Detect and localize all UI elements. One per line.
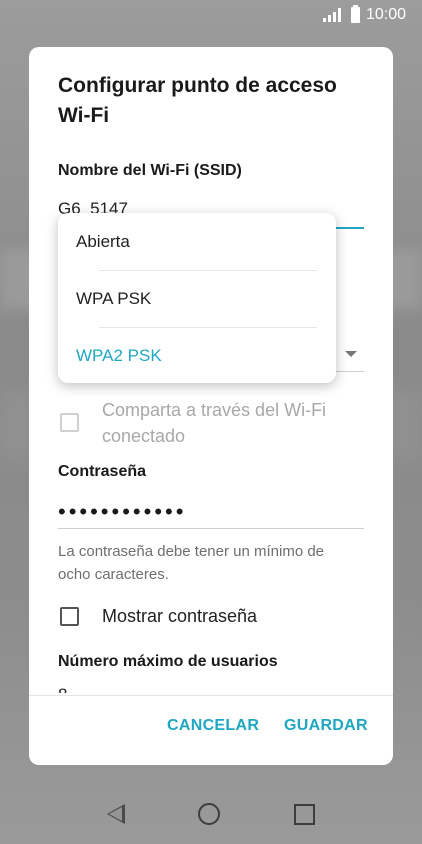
back-icon[interactable]	[106, 804, 125, 824]
signal-icon	[322, 8, 341, 22]
ssid-label: Nombre del Wi-Fi (SSID)	[58, 162, 242, 179]
status-time: 10:00	[365, 6, 406, 23]
show-password-checkbox[interactable]	[60, 607, 79, 626]
hotspot-config-dialog: Configurar punto de acceso Wi-Fi Nombre …	[29, 47, 393, 765]
password-underline	[58, 528, 364, 529]
security-option-wpa2-psk[interactable]: WPA2 PSK	[76, 327, 318, 384]
security-option-open[interactable]: Abierta	[76, 213, 318, 270]
home-icon[interactable]	[198, 803, 221, 825]
max-users-value[interactable]: 8	[58, 685, 67, 693]
share-connected-label: Comparta a través del Wi-Fi conectado	[102, 400, 327, 446]
recent-apps-icon[interactable]	[294, 803, 316, 825]
password-input[interactable]: ••••••••••••	[58, 499, 186, 525]
password-label: Contraseña	[58, 463, 147, 480]
show-password-label[interactable]: Mostrar contraseña	[102, 603, 257, 629]
save-button[interactable]: GUARDAR	[284, 717, 368, 735]
dialog-title: Configurar punto de acceso Wi-Fi	[58, 74, 337, 127]
share-connected-checkbox[interactable]	[60, 413, 79, 432]
password-helper-text: La contraseña debe tener un mínimo de oc…	[58, 543, 325, 583]
security-option-wpa-psk[interactable]: WPA PSK	[76, 270, 318, 327]
cancel-button[interactable]: CANCELAR	[167, 717, 259, 735]
actions-divider	[29, 695, 393, 696]
security-dropdown-arrow-icon[interactable]	[345, 351, 357, 357]
navigation-bar	[0, 784, 422, 844]
security-type-popup: Abierta WPA PSK WPA2 PSK	[58, 213, 336, 383]
max-users-label: Número máximo de usuarios	[58, 653, 278, 670]
battery-icon	[350, 5, 360, 23]
status-bar: 10:00	[0, 0, 422, 30]
